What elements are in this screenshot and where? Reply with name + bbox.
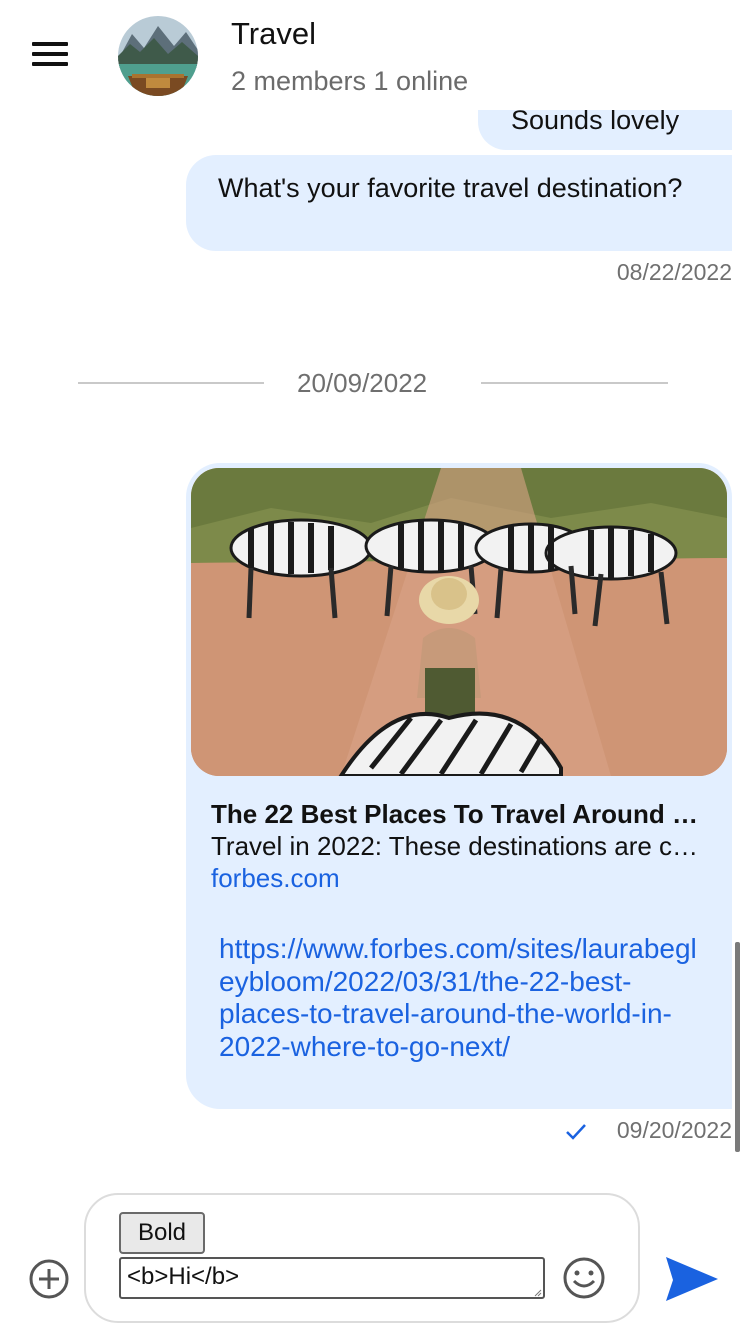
message-text: What's your favorite travel destination? — [218, 173, 683, 203]
group-avatar[interactable] — [118, 16, 198, 96]
divider-date: 20/09/2022 — [297, 368, 428, 398]
emoji-icon[interactable] — [562, 1256, 606, 1300]
message-composer: Bold — [84, 1193, 640, 1323]
link-message-bubble[interactable]: The 22 Best Places To Travel Around The … — [186, 463, 732, 1109]
message-timestamp: 08/22/2022 — [616, 259, 732, 285]
link-preview-image[interactable] — [191, 468, 727, 776]
check-icon — [566, 1124, 586, 1140]
link-preview-title[interactable]: The 22 Best Places To Travel Around The … — [211, 799, 711, 830]
send-icon[interactable] — [664, 1253, 720, 1305]
add-circle-icon[interactable] — [28, 1258, 70, 1300]
resize-handle-icon[interactable] — [534, 1289, 542, 1297]
menu-icon-bar — [32, 62, 68, 66]
link-preview-description: Travel in 2022: These destinations are c… — [211, 831, 711, 861]
date-divider: 20/09/2022 — [0, 368, 750, 398]
menu-icon-bar — [32, 52, 68, 56]
scrollbar[interactable] — [735, 942, 740, 1152]
message-input[interactable] — [119, 1257, 545, 1299]
message-bubble[interactable]: What's your favorite travel destination? — [186, 155, 732, 251]
bold-button[interactable]: Bold — [119, 1212, 205, 1254]
message-link[interactable]: https://www.forbes.com/sites/laurabegley… — [219, 933, 699, 1063]
chat-header: Travel 2 members 1 online — [0, 0, 750, 110]
divider-line — [78, 382, 264, 384]
chat-title: Travel — [231, 16, 316, 51]
menu-button[interactable] — [30, 40, 70, 68]
link-preview-domain[interactable]: forbes.com — [211, 863, 340, 894]
chat-subtitle: 2 members 1 online — [231, 66, 469, 96]
message-timestamp: 09/20/2022 — [616, 1117, 732, 1143]
divider-line — [481, 382, 668, 384]
menu-icon-bar — [32, 42, 68, 46]
